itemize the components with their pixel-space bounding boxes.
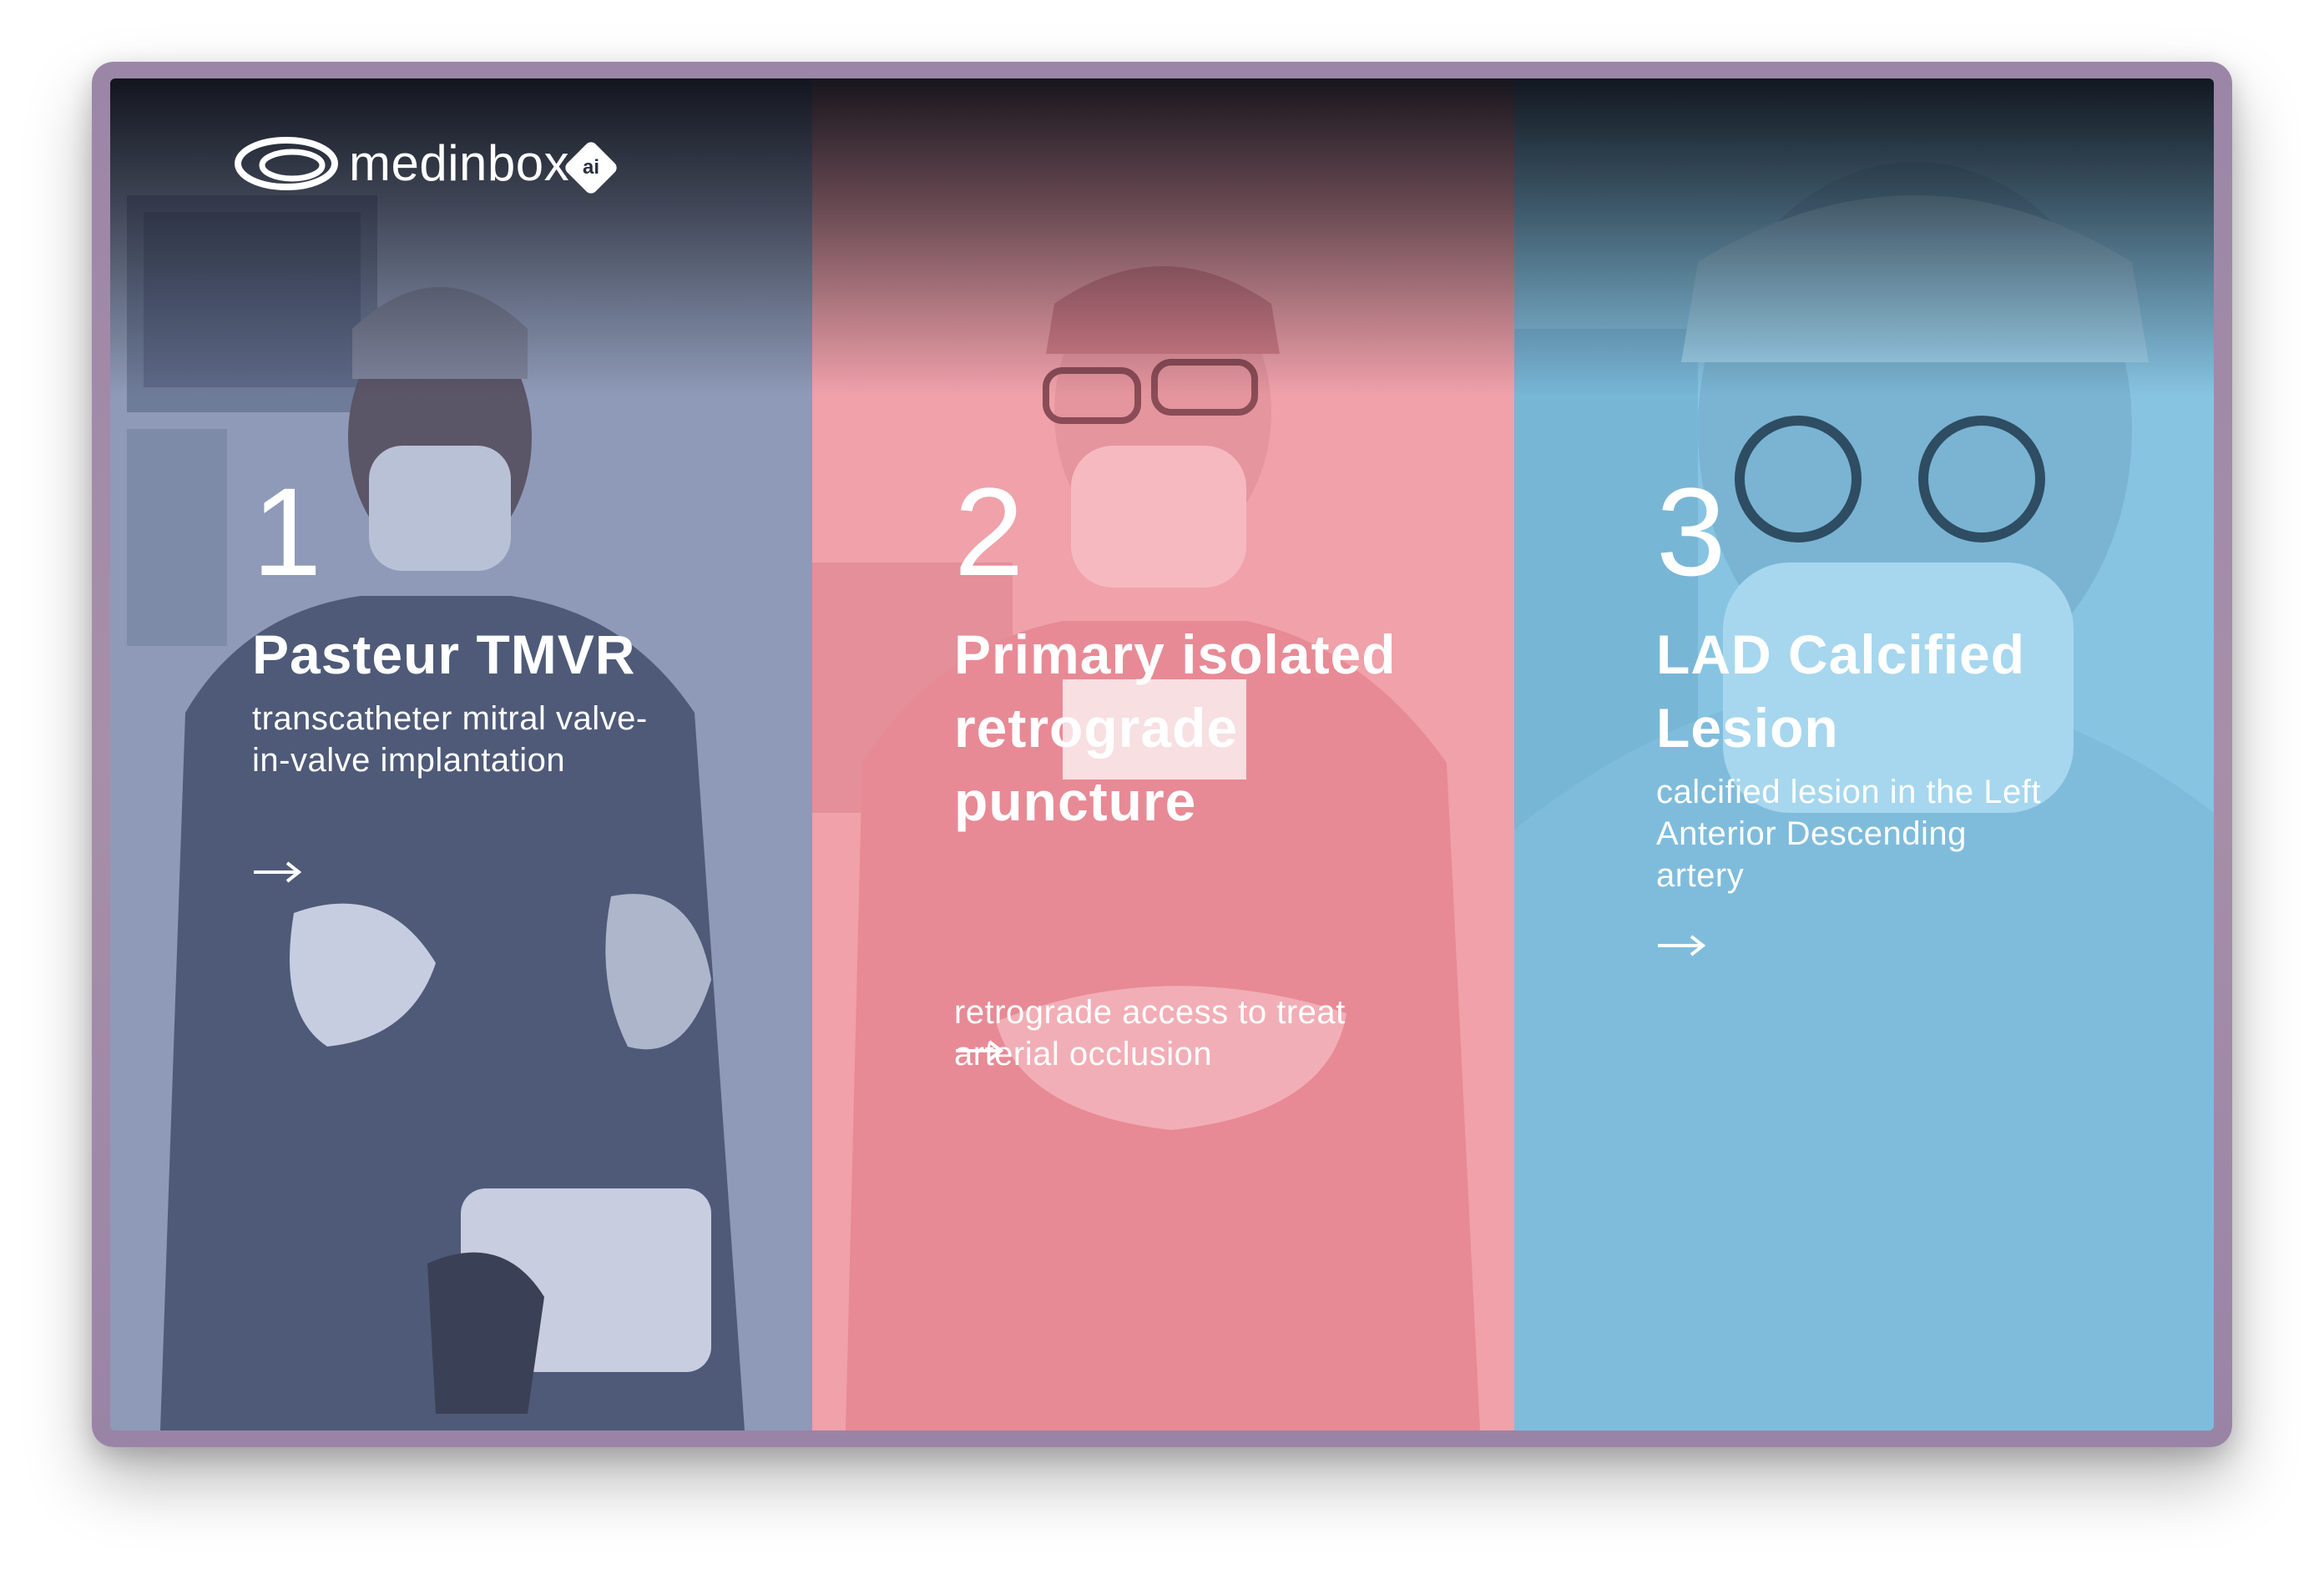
- top-shade: [812, 78, 1514, 396]
- screen: medinbox ai 1 Pasteur TMVR transcatheter…: [110, 78, 2214, 1430]
- top-shade: [110, 78, 812, 396]
- medinbox-logo[interactable]: medinbox ai: [234, 134, 620, 196]
- card-3-number: 3: [1656, 462, 1726, 602]
- top-shade: [1514, 78, 2214, 396]
- card-2-title: Primary isolated retrograde puncture: [954, 623, 1397, 832]
- card-3-title: LAD Calcified Lesion: [1656, 623, 2026, 759]
- case-card-2[interactable]: 2 Primary isolated retrograde puncture r…: [812, 78, 1514, 1430]
- card-1-description: transcatheter mitral valve-in-valve impl…: [252, 700, 648, 779]
- card-3-description: calcified lesion in the Left Anterior De…: [1656, 774, 2041, 894]
- brand-name: medinbox: [349, 134, 570, 191]
- medinbox-logo-icon: [235, 137, 338, 190]
- card-1-title: Pasteur TMVR: [252, 623, 636, 685]
- ai-badge: ai: [563, 139, 620, 196]
- device-frame: medinbox ai 1 Pasteur TMVR transcatheter…: [92, 62, 2232, 1447]
- case-card-1[interactable]: 1 Pasteur TMVR transcatheter mitral valv…: [110, 78, 812, 1430]
- arrow-right-icon[interactable]: [1656, 933, 1706, 958]
- ai-badge-label: ai: [583, 155, 600, 179]
- card-2-description: retrograde access to treat arterial occl…: [954, 994, 1346, 1072]
- case-card-3[interactable]: 3 LAD Calcified Lesion calcified lesion …: [1514, 78, 2214, 1430]
- arrow-right-icon[interactable]: [252, 860, 302, 885]
- card-2-number: 2: [954, 462, 1024, 602]
- card-1-number: 1: [252, 462, 322, 602]
- arrow-right-icon[interactable]: [954, 1038, 1004, 1063]
